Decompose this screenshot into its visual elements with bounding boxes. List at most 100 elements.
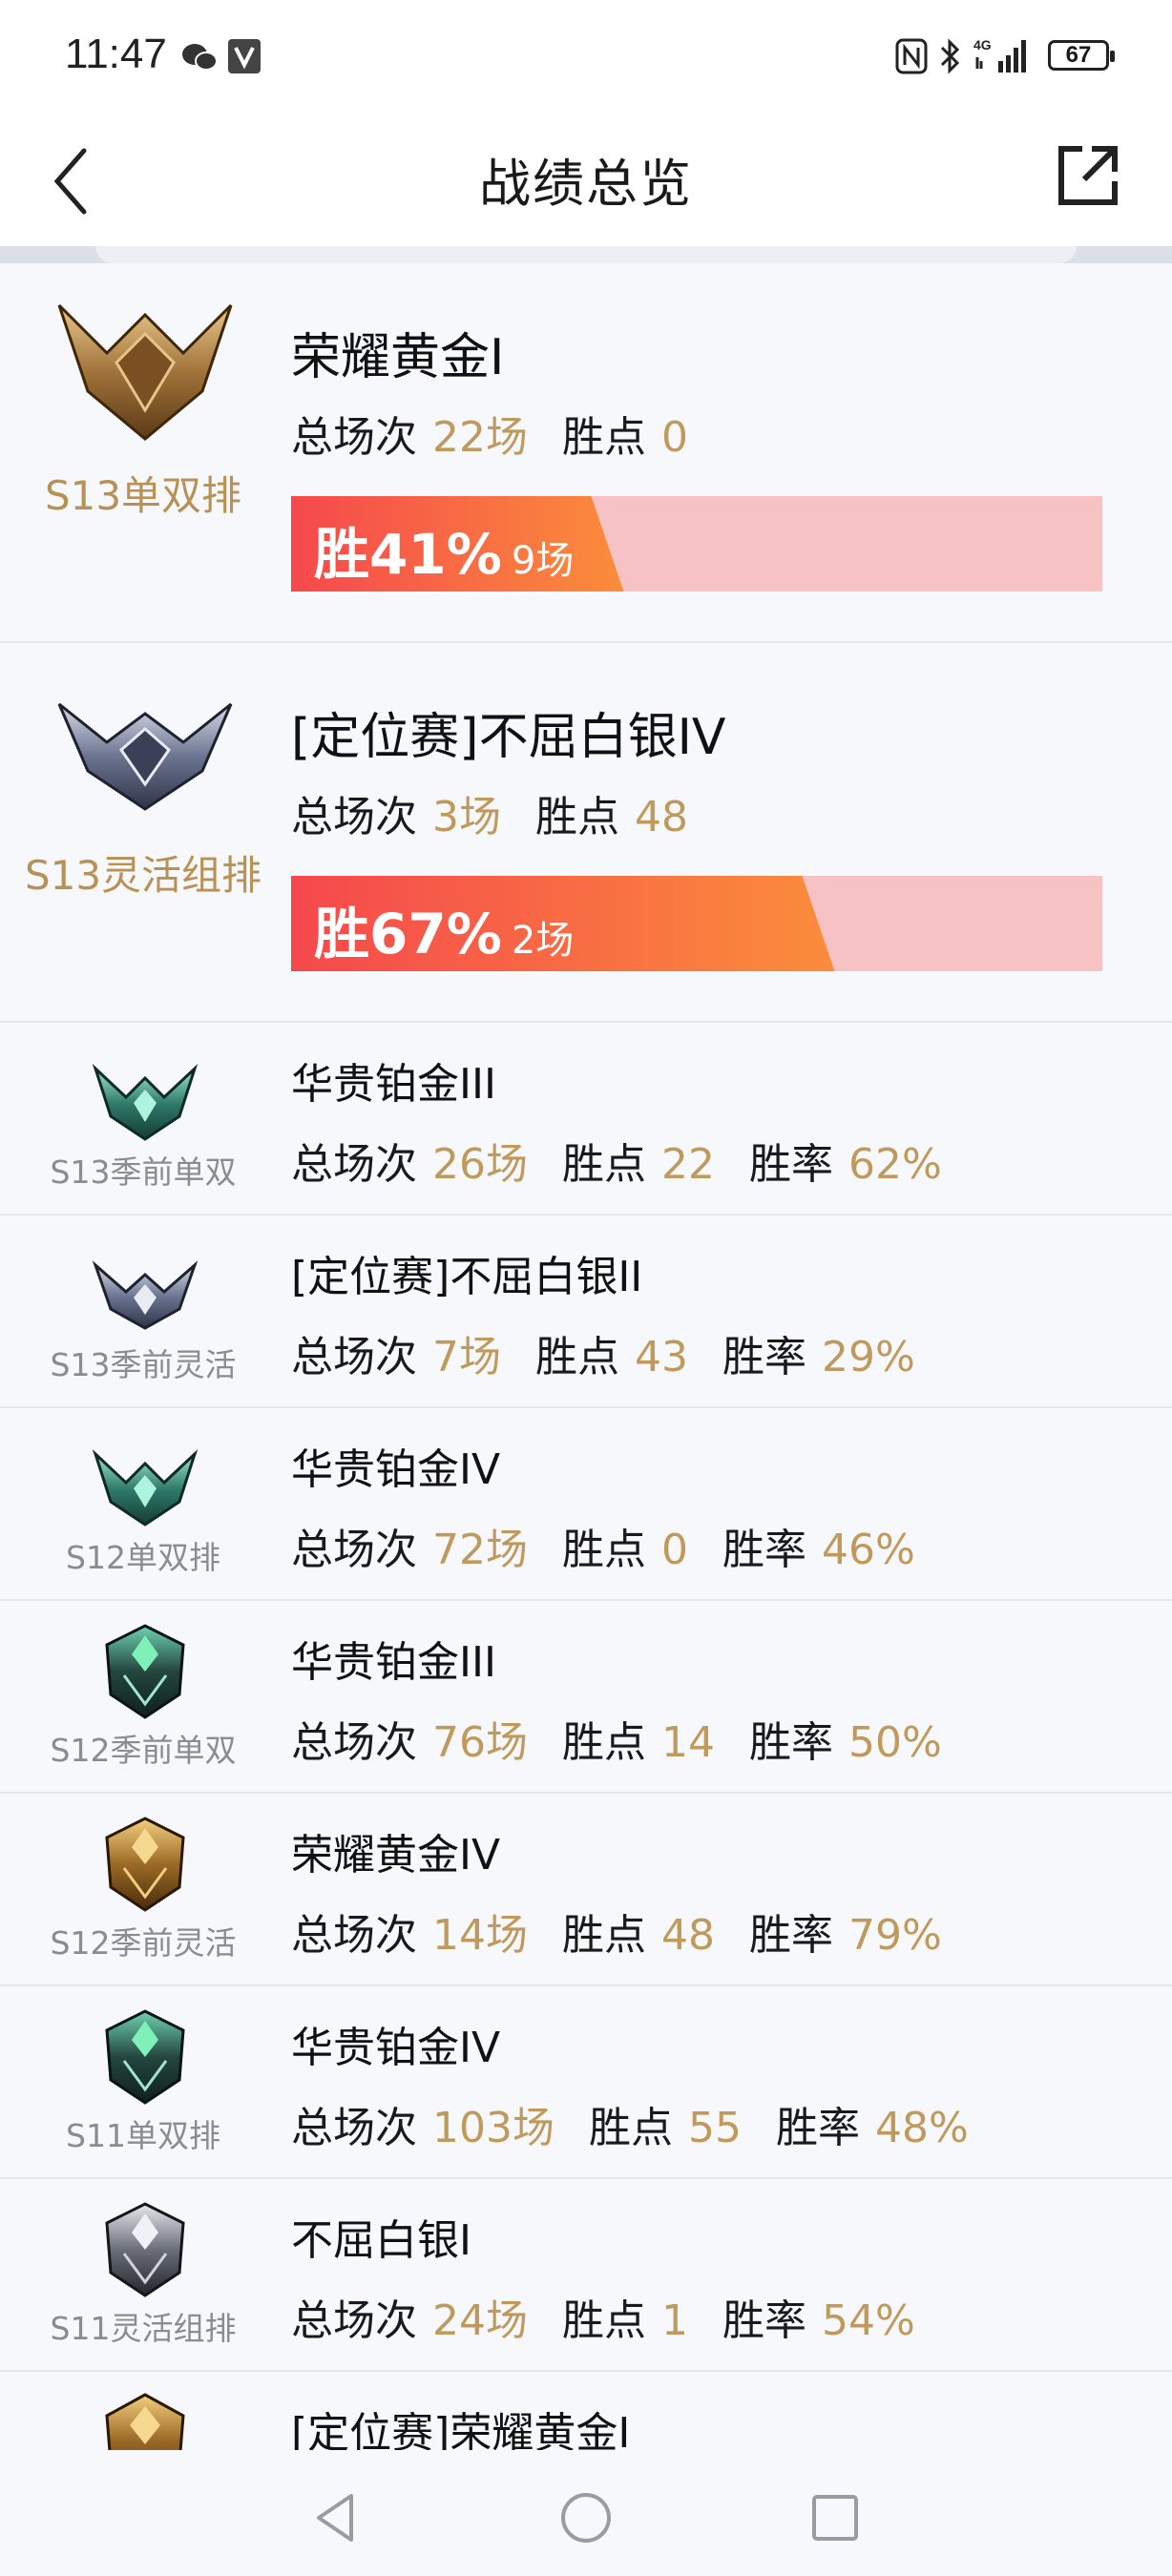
season-label: S13季前单双 bbox=[50, 1153, 237, 1191]
rank-name: 荣耀黄金IV bbox=[291, 1831, 501, 1880]
lp-value: 55 bbox=[687, 2104, 742, 2152]
win-percent: 胜41% bbox=[314, 522, 502, 587]
rank-name: 华贵铂金III bbox=[291, 1060, 496, 1109]
lp-value: 48 bbox=[661, 1911, 715, 1960]
platinum-helm-emblem-icon bbox=[105, 2009, 185, 2105]
lp-value: 43 bbox=[635, 1333, 688, 1381]
history-list: S13季前单双 华贵铂金III 总场次 26场 胜点 22 胜率 62% S13季前灵活 [定位赛… bbox=[0, 1023, 1172, 2372]
featured-rank-card[interactable]: S13灵活组排 [定位赛]不屈白银IV 总场次 3场 胜点 48 胜67% 2场 bbox=[0, 643, 1172, 1023]
total-games-value: 103场 bbox=[432, 2104, 555, 2152]
rank-name: 华贵铂金IV bbox=[291, 1445, 501, 1494]
rank-list: S13单双排 荣耀黄金I 总场次 22场 胜点 0 胜41% 9场 S13灵活组排 [定… bbox=[0, 263, 1172, 2456]
rank-stats: 总场次 72场 胜点 0 胜率 46% bbox=[291, 1515, 950, 1576]
external-link-icon bbox=[1058, 146, 1118, 205]
rank-row[interactable]: S12季前单双 华贵铂金III 总场次 76场 胜点 14 胜率 50% bbox=[0, 1601, 1172, 1794]
total-games-value: 76场 bbox=[432, 1718, 528, 1767]
page-header: 战绩总览 bbox=[0, 114, 1172, 246]
lp-value: 0 bbox=[661, 413, 688, 462]
gold-helm-emblem-icon bbox=[105, 2393, 185, 2456]
total-games-label: 总场次 bbox=[291, 1718, 417, 1767]
gold-helm-emblem-icon bbox=[105, 1817, 185, 1912]
platinum-helm-emblem-icon bbox=[105, 1624, 185, 1719]
season-label: S13季前灵活 bbox=[50, 1346, 237, 1383]
rank-row[interactable]: S12季前灵活 荣耀黄金IV 总场次 14场 胜点 48 胜率 79% bbox=[0, 1794, 1172, 1986]
signal-icon: 4G bbox=[973, 37, 1026, 73]
win-rate-label: 胜率 bbox=[775, 2104, 860, 2152]
win-rate-value: 48% bbox=[874, 2104, 969, 2152]
total-games-value: 22场 bbox=[432, 413, 528, 462]
rank-row[interactable]: S11单双排 华贵铂金IV 总场次 103场 胜点 55 胜率 48% bbox=[0, 1986, 1172, 2179]
page-title: 战绩总览 bbox=[479, 154, 693, 214]
total-games-value: 3场 bbox=[432, 793, 501, 841]
win-rate-label: 胜率 bbox=[749, 1718, 833, 1767]
win-games: 2场 bbox=[511, 919, 575, 963]
rank-stats: 总场次 76场 胜点 14 胜率 50% bbox=[291, 1708, 976, 1769]
rank-name: 荣耀黄金I bbox=[291, 329, 505, 386]
rank-name: [定位赛]不屈白银IV bbox=[291, 709, 726, 766]
win-rate-label: 胜率 bbox=[722, 2296, 806, 2345]
platinum-wing-emblem-icon bbox=[92, 1448, 199, 1527]
win-rate-value: 46% bbox=[822, 1526, 915, 1574]
lp-label: 胜点 bbox=[562, 1526, 646, 1574]
header-divider bbox=[0, 246, 1172, 263]
total-games-label: 总场次 bbox=[291, 2104, 417, 2152]
win-rate-value: 50% bbox=[848, 1718, 942, 1767]
nfc-icon bbox=[895, 38, 928, 74]
rank-row[interactable]: S12单双排 华贵铂金IV 总场次 72场 胜点 0 胜率 46% bbox=[0, 1408, 1172, 1601]
lp-label: 胜点 bbox=[535, 1333, 619, 1381]
gold-rank-emblem-icon bbox=[57, 303, 233, 441]
featured-rank-card[interactable]: S13单双排 荣耀黄金I 总场次 22场 胜点 0 胜41% 9场 bbox=[0, 263, 1172, 643]
svg-text:4G: 4G bbox=[973, 37, 992, 52]
season-label: S11单双排 bbox=[66, 2117, 220, 2154]
share-button[interactable] bbox=[1050, 137, 1126, 214]
total-games-label: 总场次 bbox=[291, 413, 417, 462]
rank-row[interactable]: S13季前单双 华贵铂金III 总场次 26场 胜点 22 胜率 62% bbox=[0, 1023, 1172, 1215]
nav-home-button[interactable] bbox=[553, 2484, 619, 2551]
lp-value: 22 bbox=[661, 1140, 715, 1189]
total-games-value: 26场 bbox=[432, 1140, 528, 1189]
total-games-value: 7场 bbox=[432, 1333, 501, 1381]
total-games-label: 总场次 bbox=[291, 1526, 417, 1574]
status-time: 11:47 bbox=[65, 31, 167, 77]
win-rate-value: 54% bbox=[822, 2296, 915, 2345]
home-circle-icon bbox=[561, 2493, 611, 2543]
total-games-label: 总场次 bbox=[291, 1333, 417, 1381]
lp-label: 胜点 bbox=[562, 1718, 646, 1767]
battery-icon: 67 bbox=[1048, 40, 1115, 71]
recents-square-icon bbox=[812, 2495, 858, 2541]
back-triangle-icon bbox=[317, 2494, 353, 2542]
season-label: S13单双排 bbox=[44, 472, 242, 519]
rank-name: 华贵铂金IV bbox=[291, 2024, 501, 2072]
lp-label: 胜点 bbox=[562, 413, 646, 462]
lp-value: 48 bbox=[635, 793, 688, 841]
rank-stats: 总场次 103场 胜点 55 胜率 48% bbox=[291, 2093, 1003, 2154]
rank-row-partial[interactable]: [定位赛]荣耀黄金I bbox=[0, 2372, 1172, 2456]
win-rate-label: 胜率 bbox=[722, 1333, 806, 1381]
app-notification-icon bbox=[228, 39, 261, 73]
win-rate-value: 29% bbox=[822, 1333, 915, 1381]
rank-stats: 总场次 24场 胜点 1 胜率 54% bbox=[291, 2286, 950, 2347]
lp-label: 胜点 bbox=[535, 793, 619, 841]
status-bar: 11:47 4G 67 bbox=[0, 0, 1172, 114]
win-rate-value: 79% bbox=[848, 1911, 942, 1960]
total-games-label: 总场次 bbox=[291, 793, 417, 841]
bluetooth-icon bbox=[940, 38, 960, 74]
total-games-value: 24场 bbox=[432, 2296, 528, 2345]
nav-recents-button[interactable] bbox=[802, 2484, 869, 2551]
platinum-wing-emblem-icon bbox=[92, 1063, 199, 1141]
total-games-value: 72场 bbox=[432, 1526, 528, 1574]
rank-stats: 总场次 7场 胜点 43 胜率 29% bbox=[291, 1322, 950, 1383]
rank-name: 不屈白银I bbox=[291, 2216, 471, 2265]
rank-stats: 总场次 14场 胜点 48 胜率 79% bbox=[291, 1901, 976, 1962]
rank-stats: 总场次 22场 胜点 0 bbox=[291, 403, 722, 464]
nav-back-button[interactable] bbox=[303, 2484, 370, 2551]
lp-label: 胜点 bbox=[588, 2104, 673, 2152]
rank-row[interactable]: S11灵活组排 不屈白银I 总场次 24场 胜点 1 胜率 54% bbox=[0, 2179, 1172, 2372]
total-games-label: 总场次 bbox=[291, 1911, 417, 1960]
total-games-label: 总场次 bbox=[291, 1140, 417, 1189]
total-games-label: 总场次 bbox=[291, 2296, 417, 2345]
lp-label: 胜点 bbox=[562, 1911, 646, 1960]
silver-helm-emblem-icon bbox=[105, 2202, 185, 2297]
wechat-icon bbox=[182, 44, 218, 71]
rank-row[interactable]: S13季前灵活 [定位赛]不屈白银II 总场次 7场 胜点 43 胜率 29% bbox=[0, 1215, 1172, 1408]
